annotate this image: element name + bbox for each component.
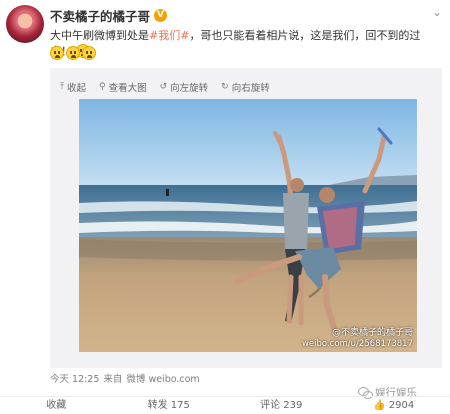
chevron-down-icon[interactable]: ⌄	[432, 5, 442, 19]
rotate-left-label: 向左旋转	[170, 83, 209, 94]
media-expanded-view: ⤒ 收起 ⚲ 查看大图 ↺ 向左旋转 ↻ 向右旋转 @不卖橘子的橘子哥 weib…	[50, 68, 442, 368]
like-count: 2904	[388, 400, 415, 411]
collapse-label: 收起	[66, 83, 86, 94]
post-timestamp[interactable]: 今天 12:25	[50, 371, 99, 385]
post-source[interactable]: 微博 weibo.com	[126, 371, 199, 385]
user-row: 不卖橘子的橘子哥 V	[50, 6, 168, 25]
post-text-start: 大中午刷微博到处是	[50, 29, 149, 42]
image-toolbar: ⤒ 收起 ⚲ 查看大图 ↺ 向左旋转 ↻ 向右旋转	[60, 80, 270, 94]
verified-badge-icon: V	[154, 9, 168, 22]
like-button[interactable]: 👍 2904	[338, 397, 450, 414]
thumbs-up-icon: 👍	[373, 400, 386, 411]
source-prefix: 来自	[103, 374, 123, 385]
username[interactable]: 不卖橘子的橘子哥	[50, 6, 150, 25]
repost-button[interactable]: 转发 175	[113, 397, 226, 414]
beach-scene	[79, 99, 417, 352]
magnify-icon: ⚲	[99, 82, 106, 92]
hashtag-link[interactable]: #我们#	[149, 29, 189, 42]
photo-watermark-handle: @不卖橘子的橘子哥	[331, 328, 413, 338]
crying-face-icon	[50, 46, 64, 60]
rotate-left-icon: ↺	[159, 82, 168, 92]
favorite-button[interactable]: 收藏	[0, 397, 113, 414]
action-bar: 收藏 转发 175 评论 239 👍 2904	[0, 396, 450, 414]
arrow-up-icon: ⤒	[60, 82, 64, 92]
avatar[interactable]	[6, 5, 44, 43]
post-text: 大中午刷微博到处是#我们#，哥也只能看着相片说，这是我们，回不到的过去！	[50, 28, 442, 60]
photo-watermark-url: weibo.com/u/2568173817	[301, 339, 413, 349]
rotate-left-button[interactable]: ↺ 向左旋转	[160, 80, 209, 94]
comment-button[interactable]: 评论 239	[225, 397, 338, 414]
emoji-row	[50, 46, 96, 60]
rotate-right-label: 向右旋转	[231, 83, 270, 94]
post-meta: 今天 12:25 来自 微博 weibo.com	[50, 371, 200, 385]
crying-face-icon	[66, 46, 80, 60]
rotate-right-icon: ↻	[221, 82, 229, 92]
rotate-right-button[interactable]: ↻ 向右旋转	[221, 80, 270, 94]
view-large-label: 查看大图	[108, 83, 147, 94]
view-large-button[interactable]: ⚲ 查看大图	[99, 80, 147, 94]
collapse-button[interactable]: ⤒ 收起	[60, 80, 86, 94]
beach-photo[interactable]: @不卖橘子的橘子哥 weibo.com/u/2568173817	[79, 99, 417, 352]
crying-face-icon	[82, 46, 96, 60]
